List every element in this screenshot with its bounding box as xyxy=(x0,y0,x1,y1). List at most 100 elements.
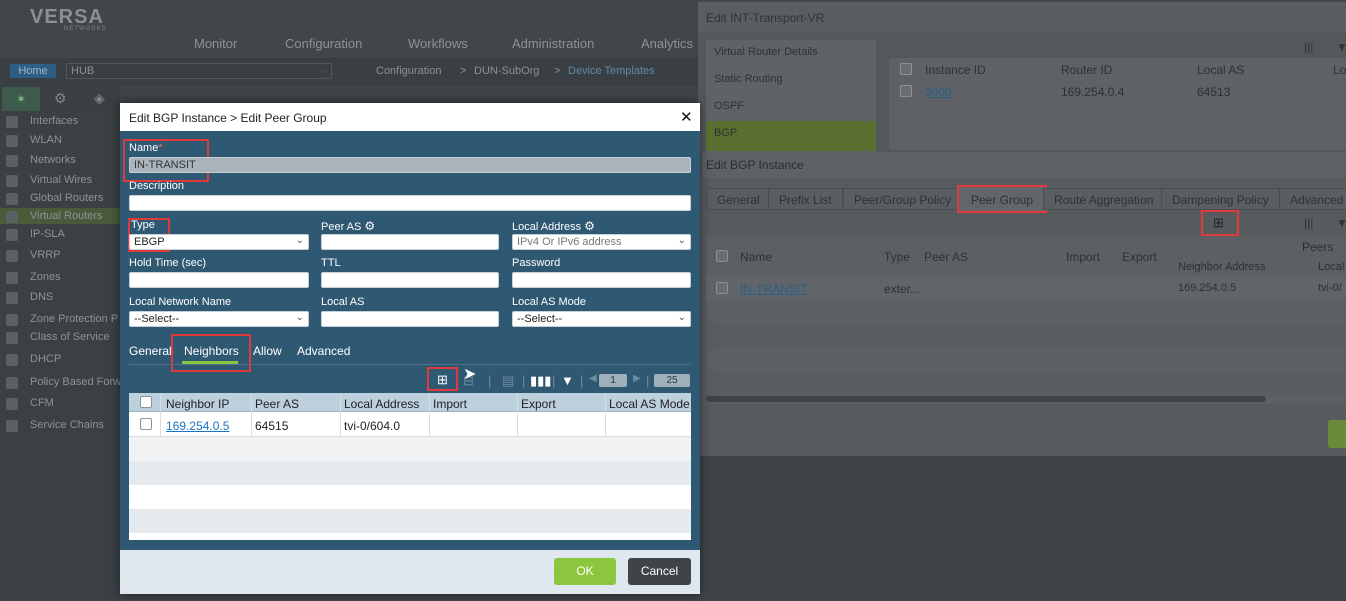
type-select[interactable]: EBGP ⌄ xyxy=(129,234,309,250)
vr-tab-details[interactable]: Virtual Router Details xyxy=(714,46,818,58)
type-label: Type xyxy=(131,219,155,231)
bgp-tab-dampening[interactable]: Dampening Policy xyxy=(1161,188,1280,210)
gear-icon[interactable]: ⚙ xyxy=(364,219,375,233)
nav-monitor[interactable]: Monitor xyxy=(194,36,237,51)
next-page-icon[interactable]: ▶ xyxy=(633,373,641,384)
select-all-checkbox[interactable] xyxy=(716,250,728,262)
nav-administration[interactable]: Administration xyxy=(512,36,594,51)
local-address-select[interactable]: IPv4 Or IPv6 address ⌄ xyxy=(512,234,691,250)
gear-icon[interactable]: ⚙ xyxy=(584,219,595,233)
sidebar-item[interactable]: Class of Service xyxy=(30,331,109,343)
sidebar-item-icon xyxy=(6,193,18,205)
sidebar-item[interactable]: Interfaces xyxy=(30,115,78,127)
breadcrumb-separator: > xyxy=(460,65,467,77)
local-as-mode-select[interactable]: --Select-- ⌄ xyxy=(512,311,691,327)
page-size-input[interactable]: 25 xyxy=(654,374,690,387)
subtab-general[interactable]: General xyxy=(129,344,172,358)
sidebar-item[interactable]: Service Chains xyxy=(30,419,104,431)
select-all-checkbox[interactable] xyxy=(140,396,152,408)
add-neighbor-button[interactable]: ⊞ xyxy=(427,367,458,391)
sidebar-item[interactable]: CFM xyxy=(30,397,54,409)
type-value: EBGP xyxy=(134,236,165,248)
select-all-checkbox[interactable] xyxy=(900,63,912,75)
vr-tab-bgp[interactable]: BGP xyxy=(714,127,737,139)
sidebar-item[interactable]: Zone Protection P xyxy=(30,313,118,325)
sidebar-item[interactable]: VRRP xyxy=(30,249,61,261)
sidebar-item-icon xyxy=(6,211,18,223)
bgp-tab-general[interactable]: General xyxy=(706,188,771,210)
filter-icon[interactable]: ▼ xyxy=(561,373,574,388)
separator: | xyxy=(580,373,584,388)
bgp-tab-peer-group-policy[interactable]: Peer/Group Policy xyxy=(843,188,963,210)
separator: | xyxy=(646,373,650,388)
row-checkbox[interactable] xyxy=(900,85,912,97)
gear-icon[interactable]: ⚙ xyxy=(54,90,67,107)
ok-button[interactable]: OK xyxy=(554,558,616,585)
sidebar-item[interactable]: Virtual Wires xyxy=(30,174,92,186)
local-as-input[interactable] xyxy=(321,311,499,327)
breadcrumb-org[interactable]: DUN-SubOrg xyxy=(474,65,539,77)
add-peer-group-button[interactable]: ⊞ xyxy=(1201,210,1239,236)
neighbor-ip-link[interactable]: 169.254.0.5 xyxy=(166,419,229,433)
table-row xyxy=(706,324,1346,348)
sidebar-item[interactable]: WLAN xyxy=(30,134,62,146)
subtab-neighbors[interactable]: Neighbors xyxy=(184,344,239,358)
vr-tab-ospf[interactable]: OSPF xyxy=(714,100,744,112)
page-input[interactable]: 1 xyxy=(599,374,627,387)
cancel-button[interactable]: Cancel xyxy=(628,558,691,585)
local-network-label: Local Network Name xyxy=(129,296,232,308)
hold-time-input[interactable] xyxy=(129,272,309,288)
peer-group-link[interactable]: IN-TRANSIT xyxy=(740,282,807,296)
bgp-tab-route-aggregation[interactable]: Route Aggregation xyxy=(1043,188,1165,210)
sidebar-item[interactable]: Zones xyxy=(30,271,61,283)
close-icon[interactable]: ✕ xyxy=(680,108,693,126)
local-as-label: Local AS xyxy=(321,296,365,308)
sidebar-item[interactable]: Global Routers xyxy=(30,192,103,204)
nav-workflows[interactable]: Workflows xyxy=(408,36,468,51)
sidebar-item[interactable]: Networks xyxy=(30,154,76,166)
sidebar-item-icon xyxy=(6,314,18,326)
peer-as-input[interactable] xyxy=(321,234,499,250)
ok-button-partial[interactable] xyxy=(1328,420,1346,448)
nav-configuration[interactable]: Configuration xyxy=(285,36,362,51)
password-input[interactable] xyxy=(512,272,691,288)
subtab-advanced[interactable]: Advanced xyxy=(297,344,350,358)
row-checkbox[interactable] xyxy=(716,282,728,294)
copy-icon[interactable]: ▤ xyxy=(502,373,514,389)
sidebar-item[interactable]: DHCP xyxy=(30,353,61,365)
breadcrumb-configuration[interactable]: Configuration xyxy=(376,65,441,77)
local-network-select[interactable]: --Select-- ⌄ xyxy=(129,311,309,327)
col-name: Name xyxy=(740,250,773,264)
hub-select[interactable]: HUB ⌄ xyxy=(66,63,332,79)
sidebar-item[interactable]: DNS xyxy=(30,291,53,303)
sidebar-item[interactable]: Policy Based Forw xyxy=(30,376,121,388)
scrollbar[interactable] xyxy=(706,396,1266,402)
sidebar-item-icon xyxy=(6,292,18,304)
network-icon[interactable]: ✶ xyxy=(2,87,40,111)
filter-icon[interactable]: ▼ xyxy=(1336,216,1346,230)
bgp-tab-peer-group[interactable]: Peer Group xyxy=(957,185,1048,213)
bgp-tab-advanced[interactable]: Advanced xyxy=(1279,188,1346,210)
sidebar-item-icon xyxy=(6,175,18,187)
password-label: Password xyxy=(512,257,561,269)
vr-tab-static[interactable]: Static Routing xyxy=(714,73,782,85)
subtab-allow[interactable]: Allow xyxy=(253,344,282,358)
prev-page-icon[interactable]: ◀ xyxy=(589,373,597,384)
nav-analytics[interactable]: Analytics xyxy=(641,36,693,51)
sidebar-item[interactable]: Virtual Routers xyxy=(30,210,103,222)
home-button[interactable]: Home xyxy=(10,64,56,78)
row-checkbox[interactable] xyxy=(140,418,152,430)
sidebar-item[interactable]: IP-SLA xyxy=(30,228,65,240)
name-input[interactable]: IN-TRANSIT xyxy=(129,157,691,173)
filter-icon[interactable]: ▼ xyxy=(1336,40,1346,54)
description-input[interactable] xyxy=(129,195,691,211)
instance-link[interactable]: 3000 xyxy=(925,85,952,99)
cube-icon[interactable]: ◈ xyxy=(94,90,105,107)
ttl-input[interactable] xyxy=(321,272,499,288)
columns-icon[interactable]: ▮▮▮ xyxy=(530,373,551,389)
table-row xyxy=(129,485,691,509)
columns-icon[interactable]: ||| xyxy=(1304,40,1313,54)
columns-icon[interactable]: ||| xyxy=(1304,216,1313,230)
bgp-tab-prefix-list[interactable]: Prefix List xyxy=(768,188,843,210)
hub-select-value: HUB xyxy=(71,65,95,77)
